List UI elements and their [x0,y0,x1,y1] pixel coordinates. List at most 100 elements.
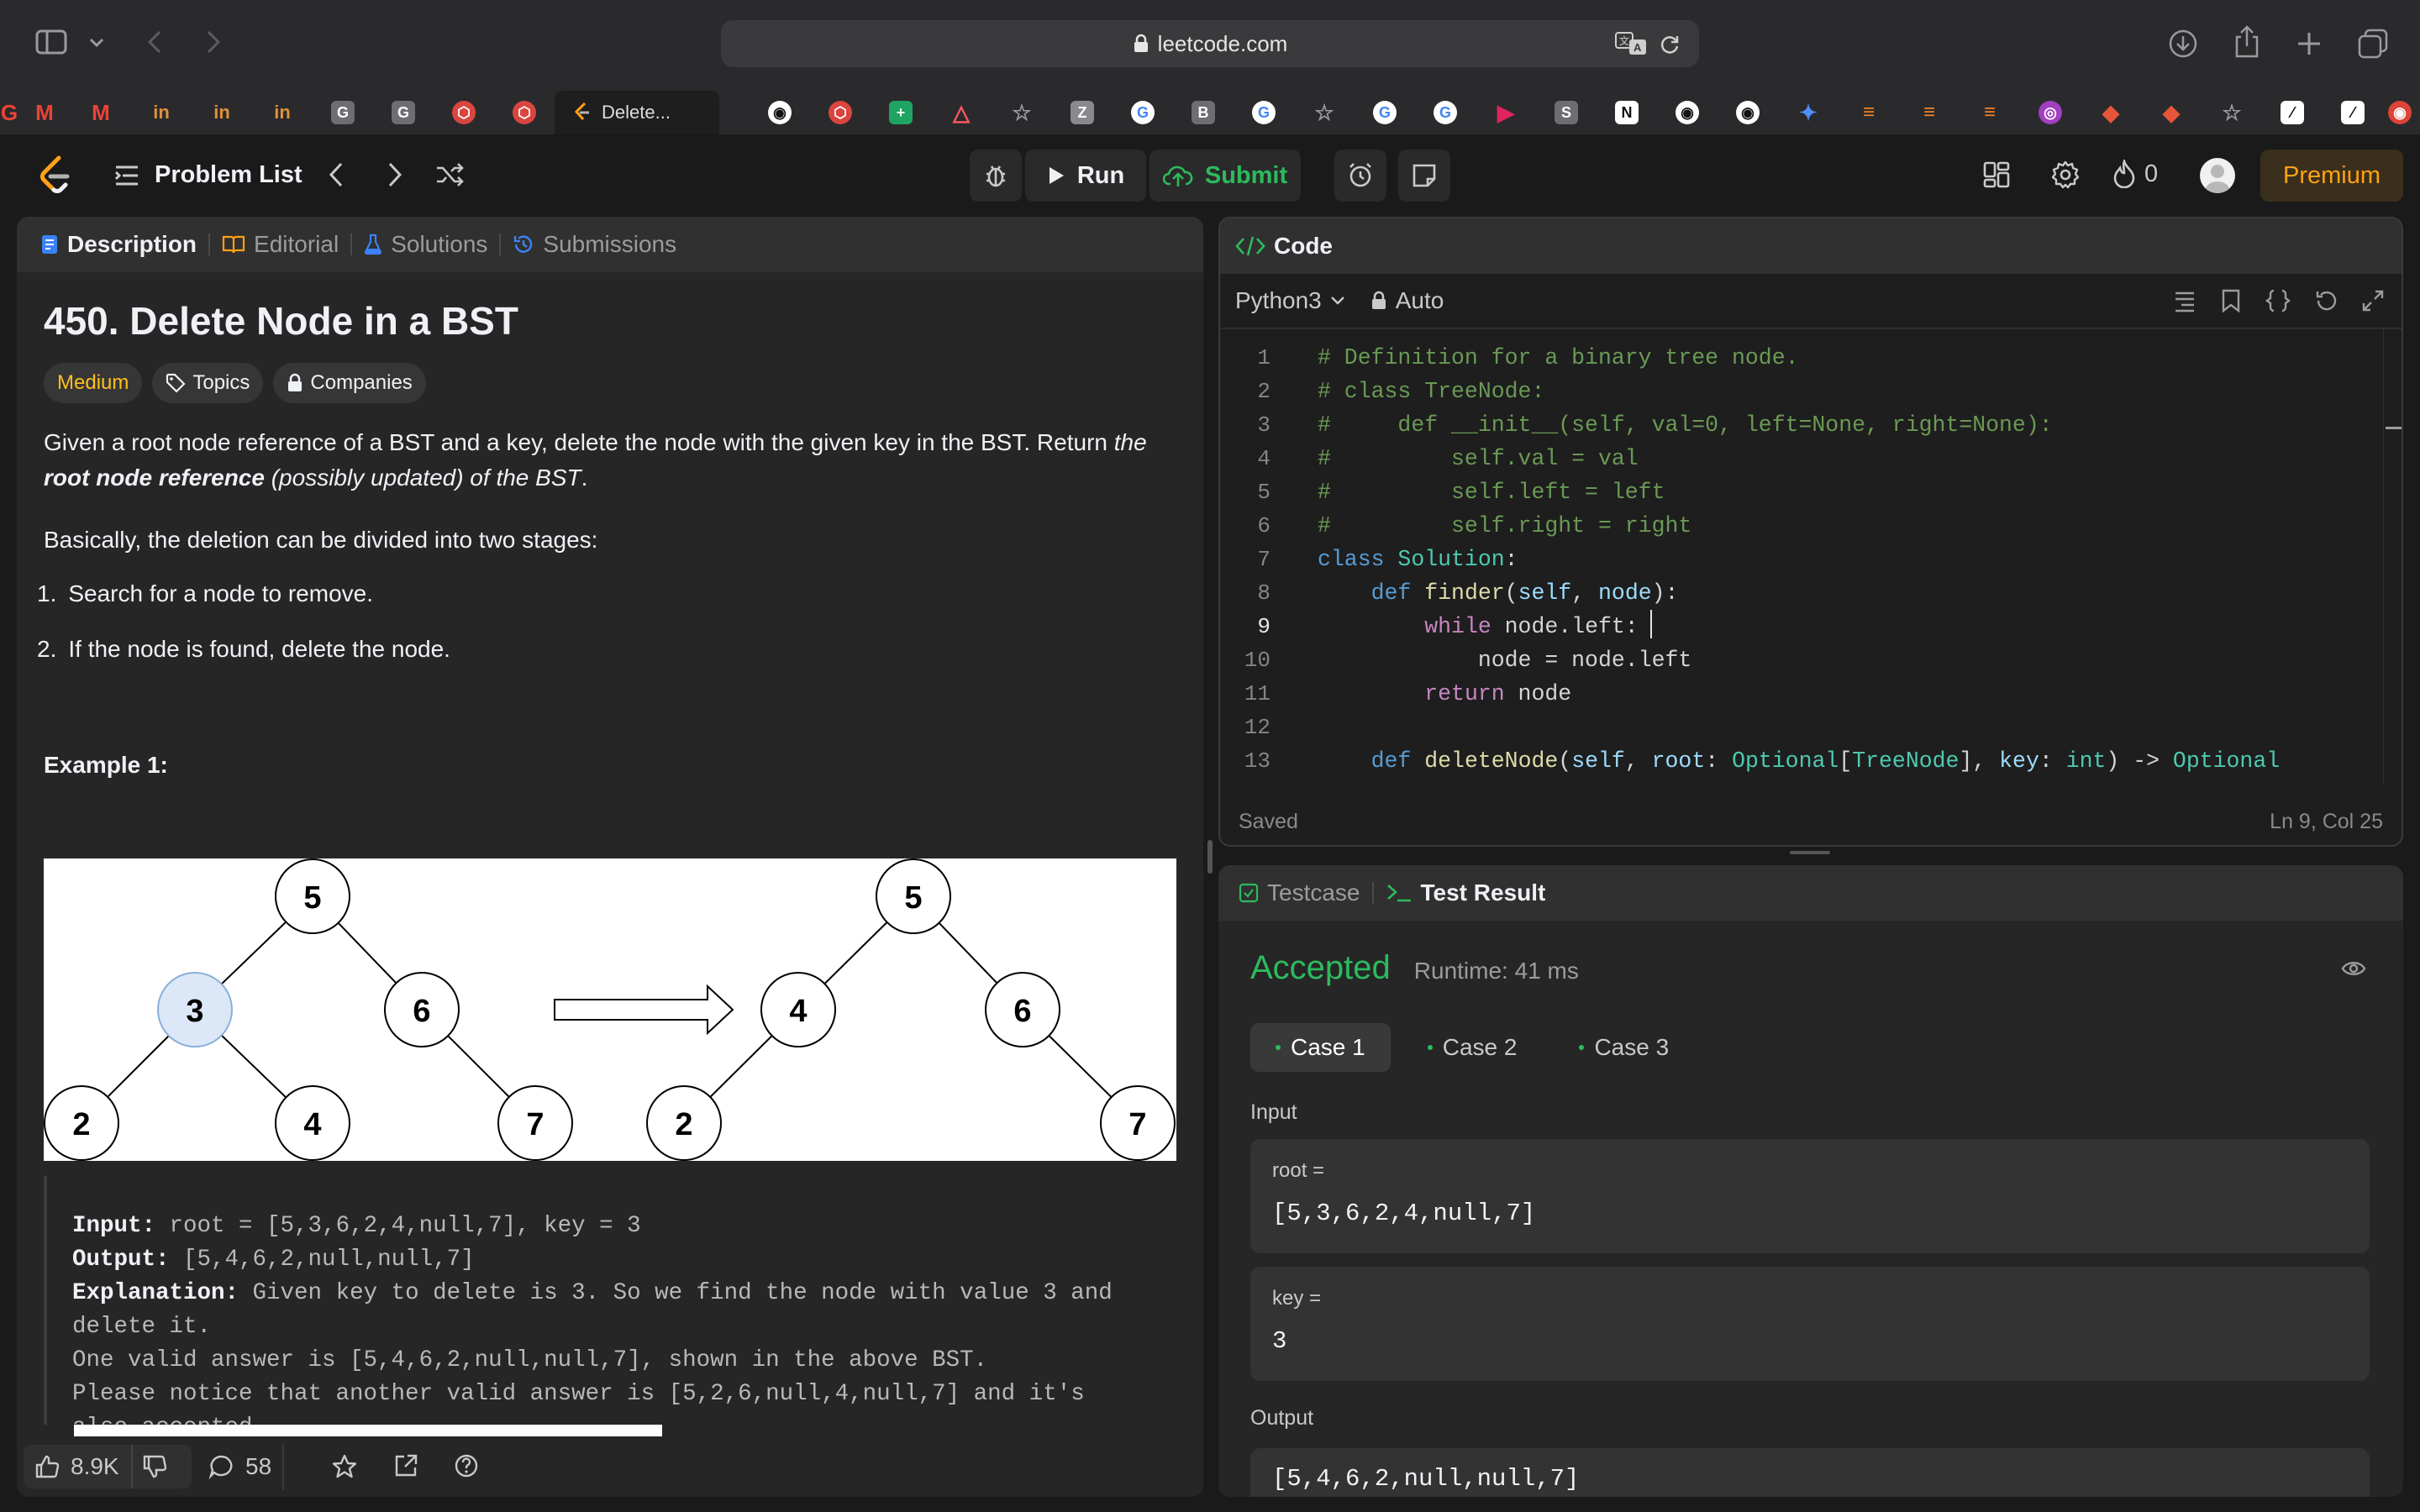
case-tab-1[interactable]: Case 1 [1250,1023,1391,1072]
tab-airbnb[interactable]: △ [931,91,992,134]
line-number: 5 [1257,480,1270,505]
tab-description[interactable]: Description [29,231,208,258]
tab-star-3[interactable]: ☆ [2202,91,2262,134]
companies-badge[interactable]: Companies [273,363,426,403]
tab-so-1[interactable]: ≡ [1839,91,1899,134]
topics-badge[interactable]: Topics [152,363,264,403]
tab-in-1[interactable]: in [131,91,192,134]
new-tab-icon[interactable] [2292,27,2326,60]
expand-icon[interactable] [2361,289,2385,312]
problem-list-link[interactable]: Problem List [114,161,302,189]
tab-play[interactable]: ▶ [1476,91,1536,134]
reload-icon[interactable] [1659,34,1681,55]
example-explanation-line: Please notice that another valid answer … [72,1381,1085,1407]
tab-solutions[interactable]: Solutions [352,231,499,258]
tab-star-1[interactable]: ☆ [992,91,1052,134]
tab-duck-2[interactable]: ◆ [2141,91,2202,134]
layout-icon[interactable] [1983,161,2010,188]
streak-counter[interactable]: 0 [2112,160,2158,188]
tab-slash-1[interactable]: ⁄ [2262,91,2323,134]
autocomplete-toggle[interactable]: Auto [1370,287,1444,314]
run-button[interactable]: Run [1025,150,1146,202]
tab-gemini[interactable]: ✦ [1778,91,1839,134]
translate-icon[interactable]: 文A [1615,32,1647,55]
help-icon[interactable] [454,1453,479,1478]
editor-scrollbar[interactable] [2383,329,2402,783]
tab-google-1[interactable]: G [1113,91,1173,134]
tab-submissions[interactable]: Submissions [501,231,688,258]
back-icon[interactable] [139,25,170,59]
tab-star-2[interactable]: ☆ [1294,91,1355,134]
code-editor[interactable]: 1 2 3 4 5 6 7 8 9 10 11 12 13 # Definiti… [1220,329,2402,783]
horizontal-resize-handle[interactable] [1790,851,1830,854]
tree-node-label: 7 [526,1107,544,1142]
dislike-button[interactable] [133,1455,176,1478]
tab-circle[interactable]: ◎ [2020,91,2081,134]
tab-gmail-partial[interactable]: G [0,91,18,134]
next-problem-icon[interactable] [387,161,403,188]
language-select[interactable]: Python3 [1235,287,1345,314]
tab-openai-3[interactable]: ⬡ [810,91,871,134]
tab-google-4[interactable]: G [1415,91,1476,134]
prev-problem-icon[interactable] [328,161,345,188]
bookmark-icon[interactable] [2220,289,2242,312]
tab-google-3[interactable]: G [1355,91,1415,134]
favorite-star-icon[interactable] [331,1453,358,1480]
tab-g-gray-1[interactable]: G [313,91,373,134]
share-icon[interactable] [393,1453,418,1478]
code-lines: # Definition for a binary tree node. # c… [1318,341,2376,778]
tab-editorial[interactable]: Editorial [210,231,350,258]
sidebar-toggle-icon[interactable] [30,25,72,59]
tab-in-2[interactable]: in [192,91,252,134]
notes-button[interactable] [1398,150,1450,202]
tab-openai-1[interactable]: ⬡ [434,91,494,134]
eye-icon[interactable] [2341,959,2366,978]
tab-overview-icon[interactable] [2354,25,2391,62]
tab-test-result[interactable]: Test Result [1374,879,1558,906]
tab-github-1[interactable]: ◉ [750,91,810,134]
tab-s[interactable]: S [1536,91,1597,134]
tab-sheets[interactable]: + [871,91,931,134]
format-icon[interactable] [2173,289,2196,312]
tab-notion[interactable]: N [1597,91,1657,134]
settings-gear-icon[interactable] [2050,160,2081,190]
url-bar[interactable]: leetcode.com 文A [721,20,1699,67]
tab-openai-2[interactable]: ⬡ [494,91,555,134]
share-icon[interactable] [2230,24,2264,60]
tab-testcase[interactable]: Testcase [1227,879,1372,906]
duck-icon: ◆ [2163,99,2180,125]
like-button[interactable]: 8.9K [24,1445,133,1488]
forward-icon[interactable] [198,25,229,59]
braces-icon[interactable] [2265,289,2291,312]
avatar[interactable] [2200,158,2235,193]
leetcode-logo-icon[interactable] [37,155,71,195]
tab-z[interactable]: Z [1052,91,1113,134]
tab-slash-2[interactable]: ⁄ [2323,91,2383,134]
tab-duck-1[interactable]: ◆ [2081,91,2141,134]
tab-github-2[interactable]: ◉ [1657,91,1718,134]
tab-g-gray-2[interactable]: G [373,91,434,134]
timer-button[interactable] [1334,150,1386,202]
download-icon[interactable] [2166,27,2200,60]
tab-leetcode-active[interactable]: Delete... [555,91,719,134]
shuffle-icon[interactable] [435,161,464,188]
chevron-down-icon[interactable] [84,30,109,55]
tab-github-3[interactable]: ◉ [1718,91,1778,134]
tab-gmail[interactable]: M [18,91,71,134]
line-number: 10 [1244,648,1270,673]
tab-chrome[interactable]: ◉ [2383,91,2417,134]
tab-gmail-2[interactable]: M [71,91,131,134]
reset-icon[interactable] [2314,289,2338,312]
tab-google-2[interactable]: G [1234,91,1294,134]
case-tab-2[interactable]: Case 2 [1402,1023,1543,1072]
tab-in-3[interactable]: in [252,91,313,134]
vertical-resize-handle[interactable] [1207,840,1213,874]
debug-button[interactable] [970,150,1022,202]
premium-button[interactable]: Premium [2260,150,2403,202]
tab-so-3[interactable]: ≡ [1960,91,2020,134]
tab-so-2[interactable]: ≡ [1899,91,1960,134]
case-tab-3[interactable]: Case 3 [1554,1023,1694,1072]
comments-button[interactable]: 58 [208,1453,271,1480]
tab-b[interactable]: B [1173,91,1234,134]
submit-button[interactable]: Submit [1150,150,1301,202]
